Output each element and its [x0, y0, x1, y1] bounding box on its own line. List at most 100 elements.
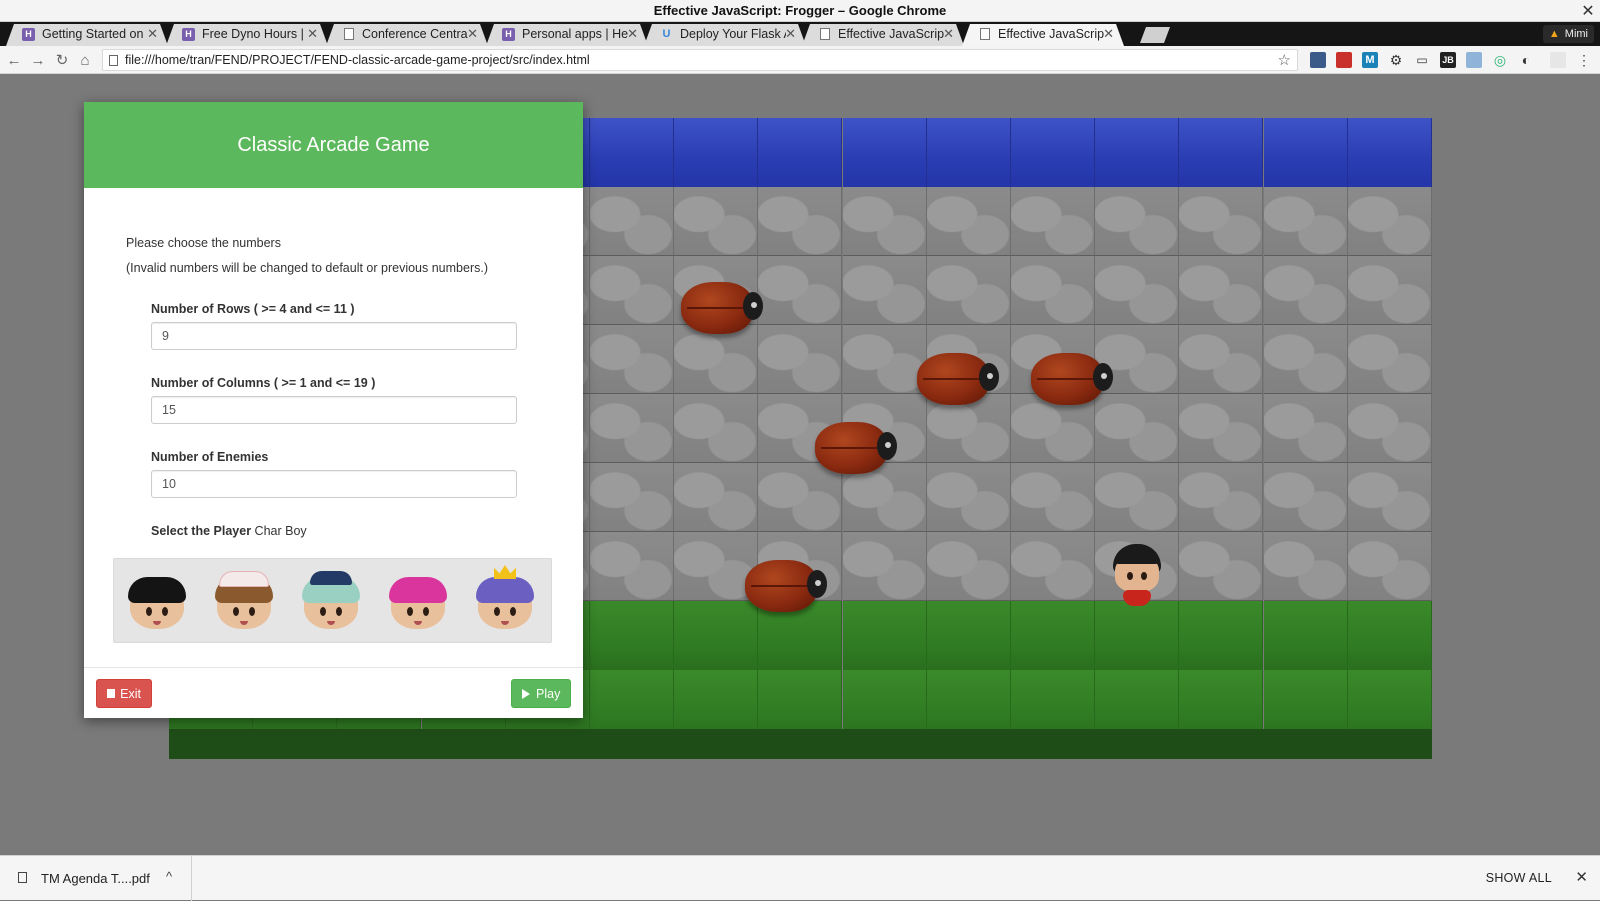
columns-input[interactable]: [151, 396, 517, 424]
board-tile-stone: [1347, 463, 1432, 532]
char-boy-option[interactable]: [126, 569, 188, 635]
board-tile-stone: [1347, 256, 1432, 325]
dark-mode-icon[interactable]: ◐: [1518, 52, 1534, 68]
tab-title: Effective JavaScript: [838, 27, 944, 41]
profile-button[interactable]: ▲ Mimi: [1542, 25, 1594, 43]
board-tile-stone: [1011, 256, 1095, 325]
extension-icon-3[interactable]: M: [1362, 52, 1378, 68]
cast-icon[interactable]: ▭: [1414, 52, 1430, 68]
char-pink-girl-option[interactable]: [387, 569, 449, 635]
board-tile-water: [1347, 118, 1432, 187]
tab-getting-started[interactable]: H Getting Started on ✕: [6, 24, 168, 46]
dialog-header: Classic Arcade Game: [84, 102, 583, 188]
tab-effective-javascript-active[interactable]: Effective JavaScript ✕: [962, 24, 1124, 46]
download-filename: TM Agenda T....pdf: [41, 871, 150, 886]
board-tile-grass: [1347, 601, 1432, 670]
chevron-up-icon[interactable]: ^: [166, 869, 172, 884]
char-horn-girl-option[interactable]: [300, 569, 362, 635]
show-all-button[interactable]: SHOW ALL: [1486, 871, 1552, 885]
enemy-bug: [681, 280, 763, 336]
tab-personal-apps[interactable]: H Personal apps | Her ✕: [486, 24, 648, 46]
extension-icon-blank[interactable]: [1550, 52, 1566, 68]
profile-name: Mimi: [1564, 28, 1588, 40]
select-player-title: Select the Player: [151, 524, 252, 538]
tab-close-icon[interactable]: ✕: [467, 26, 478, 42]
reload-icon[interactable]: ↻: [52, 50, 72, 70]
board-bottom-edge: [169, 729, 1432, 759]
board-tile-stone: [1179, 394, 1264, 463]
board-tile-stone: [1179, 187, 1264, 256]
close-icon[interactable]: ✕: [1575, 868, 1588, 886]
address-bar[interactable]: file:///home/tran/FEND/PROJECT/FEND-clas…: [102, 49, 1298, 71]
enemies-input[interactable]: [151, 470, 517, 498]
selected-player-name: Char Boy: [254, 524, 307, 538]
character-picker: [113, 558, 552, 643]
board-tile-grass: [590, 601, 674, 670]
flask-icon: U: [662, 28, 671, 40]
board-tile-stone: [1011, 187, 1095, 256]
enemy-bug: [917, 351, 999, 407]
tab-close-icon[interactable]: ✕: [785, 26, 796, 42]
tab-close-icon[interactable]: ✕: [307, 26, 318, 42]
play-label: Play: [536, 686, 561, 701]
document-icon: [344, 28, 354, 40]
tab-title: Free Dyno Hours |: [202, 27, 304, 41]
window-titlebar: Effective JavaScript: Frogger – Google C…: [0, 0, 1600, 22]
board-tile-stone: [1179, 532, 1264, 601]
char-cat-girl-option[interactable]: [213, 569, 275, 635]
extension-icon-green[interactable]: ◎: [1492, 52, 1508, 68]
heroku-icon: H: [22, 28, 35, 41]
menu-icon[interactable]: ⋮: [1576, 52, 1592, 68]
board-tile-water: [758, 118, 843, 187]
extension-icon-on[interactable]: [1466, 52, 1482, 68]
board-tile-stone: [842, 532, 927, 601]
tab-free-dyno-hours[interactable]: H Free Dyno Hours | ✕: [166, 24, 328, 46]
columns-label: Number of Columns ( >= 1 and <= 19 ): [151, 376, 376, 390]
rows-input[interactable]: [151, 322, 517, 350]
board-tile-water: [1179, 118, 1264, 187]
stop-icon: [107, 689, 116, 698]
board-tile-stone: [590, 256, 674, 325]
board-tile-water: [842, 118, 927, 187]
pdf-file-icon: [18, 872, 27, 883]
tab-close-icon[interactable]: ✕: [1103, 26, 1114, 42]
bookmark-star-icon[interactable]: ☆: [1278, 51, 1291, 69]
tab-deploy-flask[interactable]: U Deploy Your Flask A ✕: [644, 24, 806, 46]
tab-close-icon[interactable]: ✕: [943, 26, 954, 42]
gear-icon[interactable]: ⚙: [1388, 52, 1404, 68]
download-item[interactable]: TM Agenda T....pdf ^: [0, 856, 192, 901]
extension-icon-jb[interactable]: JB: [1440, 52, 1456, 68]
exit-button[interactable]: Exit: [96, 679, 152, 708]
play-button[interactable]: Play: [511, 679, 571, 708]
board-tile-stone: [842, 325, 927, 394]
document-icon: [980, 28, 990, 40]
board-tile-stone: [1347, 394, 1432, 463]
crown-icon: [494, 565, 516, 579]
char-princess-girl-option[interactable]: [474, 565, 536, 635]
board-tile-stone: [1011, 532, 1095, 601]
home-icon[interactable]: ⌂: [75, 50, 95, 70]
document-icon: [820, 28, 830, 40]
tab-close-icon[interactable]: ✕: [147, 26, 158, 42]
tab-title: Deploy Your Flask A: [680, 27, 786, 41]
board-tile-stone: [590, 532, 674, 601]
board-tile-stone: [1347, 325, 1432, 394]
board-tile-stone: [1347, 532, 1432, 601]
tab-effective-javascript-1[interactable]: Effective JavaScript ✕: [802, 24, 964, 46]
forward-icon[interactable]: →: [28, 50, 48, 70]
extension-icon-2[interactable]: [1336, 52, 1352, 68]
window-close-icon[interactable]: ✕: [1578, 0, 1598, 21]
board-tile-water: [926, 118, 1011, 187]
enemy-bug: [815, 420, 897, 476]
extension-icon-1[interactable]: [1310, 52, 1326, 68]
board-tile-stone: [1179, 325, 1264, 394]
tab-conference-central[interactable]: Conference Central ✕: [326, 24, 488, 46]
tab-title: Effective JavaScript: [998, 27, 1104, 41]
new-tab-button[interactable]: [1140, 27, 1170, 43]
board-tile-stone: [1095, 187, 1180, 256]
board-tile-water: [1263, 118, 1348, 187]
tab-close-icon[interactable]: ✕: [627, 26, 638, 42]
url-text: file:///home/tran/FEND/PROJECT/FEND-clas…: [125, 53, 590, 67]
board-tile-stone: [1179, 256, 1264, 325]
back-icon[interactable]: ←: [4, 50, 24, 70]
